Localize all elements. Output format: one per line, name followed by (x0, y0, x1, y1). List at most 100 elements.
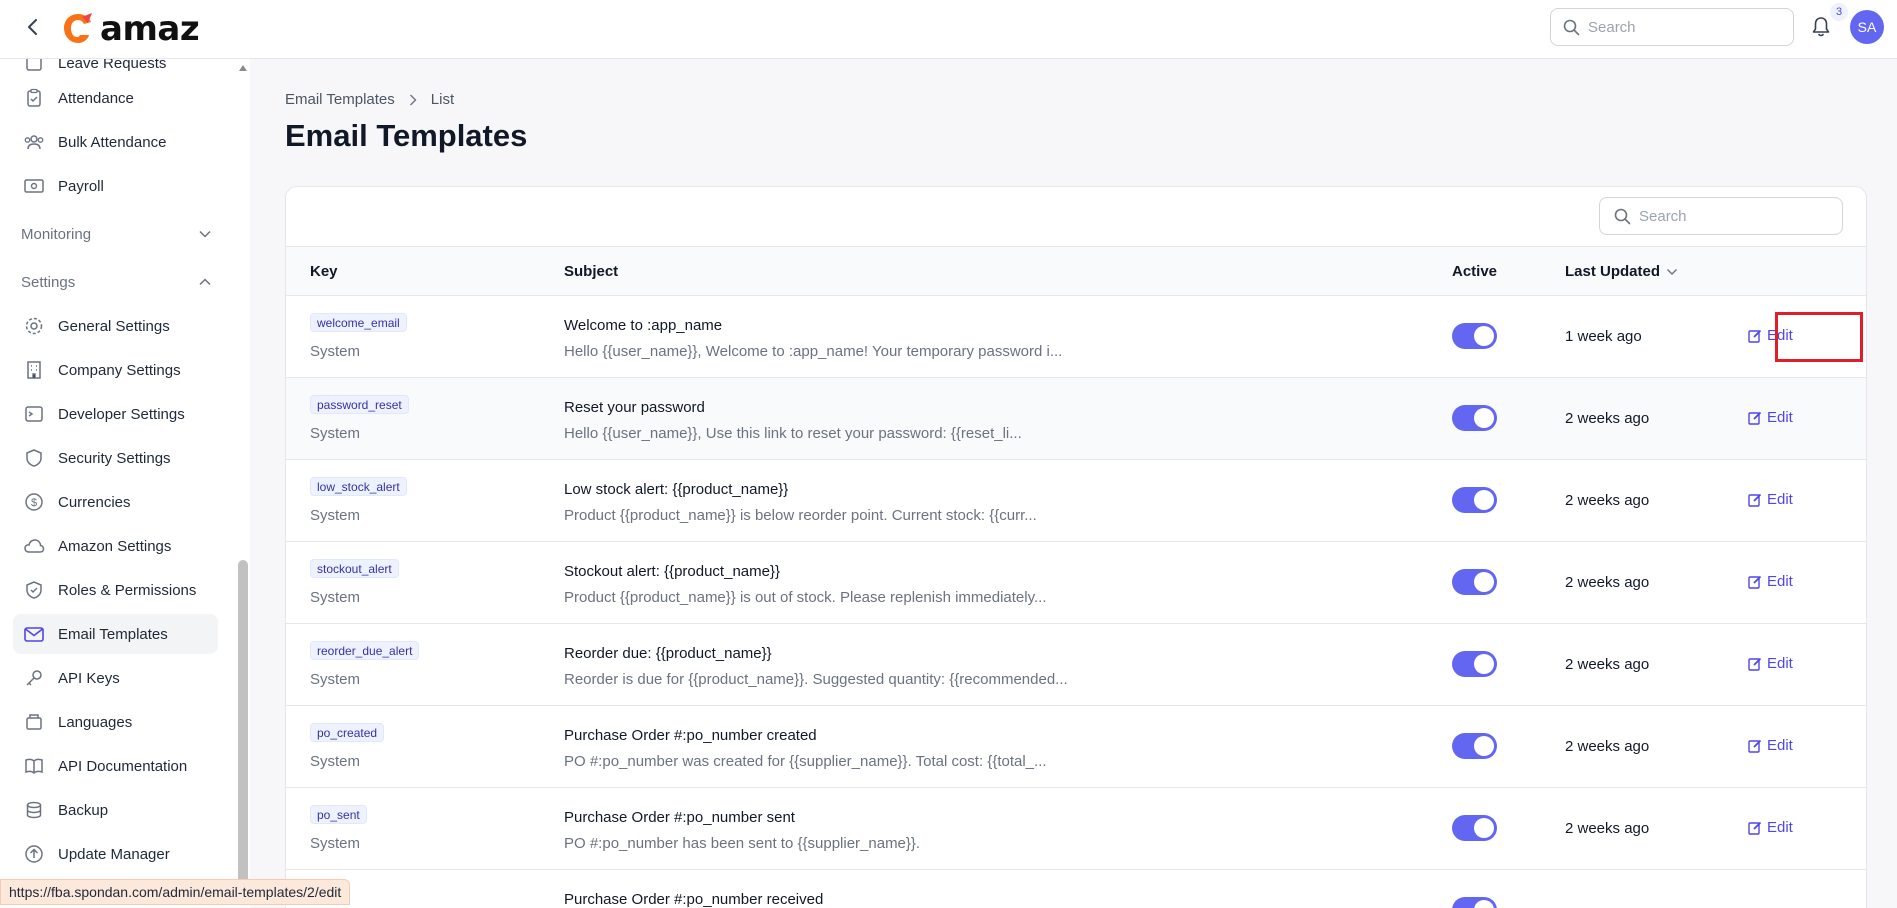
template-body-preview: Hello {{user_name}}, Welcome to :app_nam… (564, 343, 1063, 360)
template-body-preview: PO #:po_number was created for {{supplie… (564, 753, 1047, 770)
sidebar-item-backup[interactable]: Backup (13, 790, 218, 830)
template-key-badge: welcome_email (310, 313, 407, 332)
sidebar-item-label: General Settings (58, 317, 170, 335)
template-subject: Purchase Order #:po_number received (564, 891, 824, 908)
sidebar-item-bulk-attendance[interactable]: Bulk Attendance (13, 122, 218, 162)
sidebar-item-security-settings[interactable]: Security Settings (13, 438, 218, 478)
toggle-knob (1474, 326, 1494, 346)
last-updated: 2 weeks ago (1565, 738, 1650, 755)
table-row: low_stock_alert System Low stock alert: … (286, 460, 1866, 542)
chevron-right-icon (409, 94, 417, 106)
breadcrumb-link-email-templates[interactable]: Email Templates (285, 91, 395, 108)
breadcrumb: Email Templates List (285, 91, 454, 108)
sidebar-item-email-templates[interactable]: Email Templates (13, 614, 218, 654)
edit-icon (1748, 493, 1762, 507)
sidebar-item-label: Backup (58, 801, 109, 819)
edit-button[interactable]: Edit (1748, 409, 1793, 426)
toggle-knob (1474, 818, 1494, 838)
table-row: reorder_due_alert System Reorder due: {{… (286, 624, 1866, 706)
arrow-up-circle-icon (22, 842, 46, 866)
template-body-preview: Product {{product_name}} is out of stock… (564, 589, 1047, 606)
sidebar-item-languages[interactable]: Languages (13, 702, 218, 742)
edit-button-label: Edit (1767, 819, 1793, 836)
table-row: stockout_alert System Stockout alert: {{… (286, 542, 1866, 624)
table-search-input[interactable] (1639, 207, 1819, 225)
logo[interactable]: amaz (60, 8, 200, 50)
toggle-knob (1474, 408, 1494, 428)
edit-button[interactable]: Edit (1748, 819, 1793, 836)
avatar[interactable]: SA (1850, 10, 1884, 44)
edit-button[interactable]: Edit (1748, 491, 1793, 508)
active-toggle[interactable] (1452, 733, 1497, 759)
template-subject: Low stock alert: {{product_name}} (564, 481, 789, 498)
active-toggle[interactable] (1452, 487, 1497, 513)
sidebar-item-label: Attendance (58, 89, 134, 107)
toggle-knob (1474, 490, 1494, 510)
active-toggle[interactable] (1452, 405, 1497, 431)
edit-icon (1748, 739, 1762, 753)
sidebar-item-payroll[interactable]: Payroll (13, 166, 218, 206)
template-subject: Reset your password (564, 399, 705, 416)
sidebar-item-label: Currencies (58, 493, 131, 511)
sidebar-item-update-manager[interactable]: Update Manager (13, 834, 218, 874)
active-toggle[interactable] (1452, 897, 1497, 908)
global-search-input[interactable] (1588, 18, 1768, 36)
sidebar-item-attendance[interactable]: Attendance (13, 78, 218, 118)
back-arrow-icon[interactable] (20, 14, 46, 40)
sidebar-item-roles-permissions[interactable]: Roles & Permissions (13, 570, 218, 610)
edit-button[interactable]: Edit (1748, 573, 1793, 590)
sidebar-item-api-documentation[interactable]: API Documentation (13, 746, 218, 786)
active-toggle[interactable] (1452, 651, 1497, 677)
active-toggle[interactable] (1452, 323, 1497, 349)
sidebar-item-amazon-settings[interactable]: Amazon Settings (13, 526, 218, 566)
breadcrumb-current: List (430, 91, 455, 108)
template-type: System (310, 343, 361, 360)
book-icon (22, 754, 46, 778)
logo-text: amaz (100, 9, 200, 49)
scroll-up-arrow-icon[interactable] (237, 62, 249, 74)
gear-icon (22, 314, 46, 338)
column-header-last-updated[interactable]: Last Updated (1565, 263, 1678, 280)
template-key-badge: po_created (310, 723, 385, 742)
template-subject: Welcome to :app_name (564, 317, 723, 334)
sidebar-item-label: Company Settings (58, 361, 181, 379)
active-toggle[interactable] (1452, 569, 1497, 595)
template-body-preview: Hello {{user_name}}, Use this link to re… (564, 425, 1022, 442)
sidebar-item-company-settings[interactable]: Company Settings (13, 350, 218, 390)
toggle-knob (1474, 572, 1494, 592)
sidebar-scrollbar-thumb[interactable] (238, 560, 248, 890)
column-header-subject: Subject (564, 263, 619, 280)
bell-icon[interactable] (1808, 14, 1834, 40)
edit-button-label: Edit (1767, 409, 1793, 426)
toggle-knob (1474, 900, 1494, 908)
sidebar-item-developer-settings[interactable]: Developer Settings (13, 394, 218, 434)
email-templates-table-card: Key Subject Active Last Updated welcome_… (285, 186, 1867, 908)
table-search[interactable] (1599, 197, 1843, 235)
edit-button[interactable]: Edit (1748, 737, 1793, 754)
sidebar-group-monitoring[interactable]: Monitoring (21, 219, 211, 249)
svg-text:$: $ (31, 497, 37, 509)
sidebar-item-label: Update Manager (58, 845, 170, 863)
active-toggle[interactable] (1452, 815, 1497, 841)
notification-count-badge: 3 (1830, 3, 1848, 21)
template-body-preview: Product {{product_name}} is below reorde… (564, 507, 1037, 524)
sidebar-item-api-keys[interactable]: API Keys (13, 658, 218, 698)
key-icon (22, 666, 46, 690)
edit-icon (1748, 657, 1762, 671)
sidebar-item-general-settings[interactable]: General Settings (13, 306, 218, 346)
template-key-badge: po_sent (310, 805, 367, 824)
global-search[interactable] (1550, 8, 1794, 46)
template-type: System (310, 589, 361, 606)
edit-button[interactable]: Edit (1748, 327, 1793, 344)
sidebar-item-label: Developer Settings (58, 405, 185, 423)
dollar-icon: $ (22, 490, 46, 514)
template-type: System (310, 671, 361, 688)
page-title: Email Templates (285, 118, 528, 153)
template-key-badge: stockout_alert (310, 559, 399, 578)
table-row: po_created System Purchase Order #:po_nu… (286, 706, 1866, 788)
sidebar-group-settings[interactable]: Settings (21, 267, 211, 297)
edit-button[interactable]: Edit (1748, 655, 1793, 672)
template-key-badge: low_stock_alert (310, 477, 407, 496)
sidebar-group-label: Settings (21, 273, 76, 291)
sidebar-item-currencies[interactable]: $ Currencies (13, 482, 218, 522)
